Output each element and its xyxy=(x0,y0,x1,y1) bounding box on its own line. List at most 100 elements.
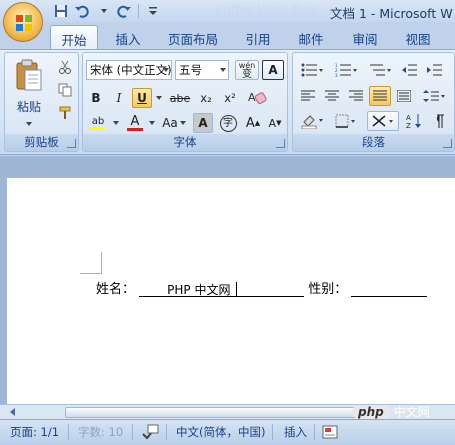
font-color-dropdown-icon[interactable] xyxy=(146,113,156,133)
cut-icon[interactable] xyxy=(55,57,75,77)
paste-button[interactable]: 粘贴 xyxy=(9,57,49,129)
office-logo-icon xyxy=(16,15,32,31)
font-color-bar xyxy=(127,128,143,131)
tab-view[interactable]: 视图 xyxy=(398,25,438,49)
font-color-glyph: A xyxy=(130,114,140,129)
scroll-thumb[interactable] xyxy=(65,407,385,418)
watermark: php 中文网 xyxy=(352,403,430,420)
copy-icon[interactable] xyxy=(55,80,75,100)
status-separator xyxy=(166,424,167,440)
status-separator xyxy=(132,424,133,440)
font-size-combo[interactable]: 五号 xyxy=(175,60,229,80)
sort-icon[interactable]: AZ xyxy=(403,111,425,131)
svg-text:A: A xyxy=(406,114,411,122)
redo-icon[interactable] xyxy=(115,3,133,20)
customize-qat-icon[interactable] xyxy=(144,3,162,20)
tab-page-layout[interactable]: 页面布局 xyxy=(160,25,226,49)
proofing-icon[interactable] xyxy=(142,424,160,440)
status-bar: 页面: 1/1 字数: 10 中文(简体，中国) 插入 xyxy=(0,419,455,445)
paste-dropdown-icon xyxy=(24,115,32,129)
grow-font-button[interactable]: A ▲ xyxy=(243,113,263,133)
align-center-icon[interactable] xyxy=(321,86,343,106)
name-label: 姓名： xyxy=(96,282,136,297)
font-name-combo[interactable]: 宋体 (中文正文) xyxy=(86,60,172,80)
numbering-icon[interactable]: 123 xyxy=(331,60,361,80)
enclose-glyph: 字 xyxy=(219,114,237,132)
subscript-button[interactable]: x₂ xyxy=(195,88,217,108)
phonetic-guide-button[interactable]: wén 变 xyxy=(235,60,259,80)
bold-button[interactable]: B xyxy=(86,88,106,108)
grow-font-glyph: A xyxy=(245,115,255,131)
change-case-glyph: Aa xyxy=(162,116,178,130)
enclose-characters-button[interactable]: 字 xyxy=(217,113,239,133)
status-word-count[interactable]: 字数: 10 xyxy=(78,424,123,440)
save-icon[interactable] xyxy=(52,3,70,20)
status-language[interactable]: 中文(简体，中国) xyxy=(176,424,265,440)
svg-text:Z: Z xyxy=(406,122,411,129)
strikethrough-button[interactable]: abe xyxy=(167,88,193,108)
format-painter-icon[interactable] xyxy=(55,103,75,123)
shading-icon[interactable] xyxy=(297,111,327,131)
document-text-line[interactable]: 姓名： PHP 中文网 性别： xyxy=(96,278,428,298)
underline-dropdown-icon[interactable] xyxy=(153,88,163,108)
align-left-icon[interactable] xyxy=(297,86,319,106)
italic-button[interactable]: I xyxy=(109,88,129,108)
justify-icon[interactable] xyxy=(369,86,391,106)
borders-icon[interactable] xyxy=(331,111,361,131)
scroll-left-icon[interactable] xyxy=(8,406,18,418)
status-separator xyxy=(272,424,273,440)
shrink-font-button[interactable]: A ▼ xyxy=(265,113,285,133)
paragraph-group-label: 段落 xyxy=(293,134,454,151)
office-button[interactable] xyxy=(3,2,43,42)
text-cursor xyxy=(236,282,238,297)
font-name-dropdown-icon xyxy=(163,68,169,72)
status-page[interactable]: 页面: 1/1 xyxy=(10,424,59,440)
undo-dropdown-icon[interactable] xyxy=(94,3,112,20)
highlight-dropdown-icon[interactable] xyxy=(110,113,120,133)
font-launcher-icon[interactable] xyxy=(276,139,285,148)
document-page[interactable]: 姓名： PHP 中文网 性别： xyxy=(7,178,455,408)
clipboard-group-title: 剪贴板 xyxy=(24,135,59,149)
tab-references[interactable]: 引用 xyxy=(238,25,278,49)
multilevel-list-icon[interactable] xyxy=(365,60,395,80)
tab-home[interactable]: 开始 xyxy=(50,25,98,49)
character-shading-button[interactable]: A xyxy=(193,113,213,133)
document-area: 姓名： PHP 中文网 性别： xyxy=(0,156,455,408)
margin-corner-mark xyxy=(80,252,102,274)
font-name-value: 宋体 (中文正文) xyxy=(90,63,172,77)
show-marks-icon[interactable] xyxy=(428,111,450,131)
highlight-button[interactable]: ab xyxy=(86,113,110,133)
font-color-button[interactable]: A xyxy=(124,113,146,133)
distributed-icon[interactable] xyxy=(393,86,415,106)
line-spacing-icon[interactable] xyxy=(419,86,449,106)
clipboard-group-label: 剪贴板 xyxy=(5,134,78,151)
svg-text:3: 3 xyxy=(335,73,338,77)
clipboard-group: 粘贴 剪贴板 xyxy=(4,52,79,152)
increase-indent-icon[interactable] xyxy=(424,60,446,80)
align-right-icon[interactable] xyxy=(345,86,367,106)
character-border-button[interactable]: A xyxy=(262,60,284,80)
tab-review[interactable]: 审阅 xyxy=(345,25,385,49)
bullets-icon[interactable] xyxy=(297,60,327,80)
font-group: 宋体 (中文正文) 五号 wén 变 A B I U abe x₂ x² A a… xyxy=(82,52,288,152)
decrease-indent-icon[interactable] xyxy=(399,60,421,80)
superscript-button[interactable]: x² xyxy=(219,88,241,108)
underline-button[interactable]: U xyxy=(132,88,152,108)
status-insert-mode[interactable]: 插入 xyxy=(284,424,307,440)
qat-separator xyxy=(138,4,139,18)
font-size-value: 五号 xyxy=(179,63,202,77)
change-case-button[interactable]: Aa xyxy=(160,113,188,133)
tab-mailings[interactable]: 邮件 xyxy=(291,25,331,49)
tab-insert[interactable]: 插入 xyxy=(106,25,150,49)
macro-record-icon[interactable] xyxy=(322,425,338,439)
undo-icon[interactable] xyxy=(73,3,91,20)
chinese-layout-icon[interactable] xyxy=(367,111,399,131)
gender-label: 性别： xyxy=(308,282,348,297)
quick-access-toolbar xyxy=(52,2,162,20)
name-field[interactable]: PHP 中文网 xyxy=(139,282,305,297)
status-separator xyxy=(314,424,315,440)
clipboard-launcher-icon[interactable] xyxy=(67,139,76,148)
gender-field[interactable] xyxy=(351,282,428,297)
clear-formatting-icon[interactable]: A xyxy=(245,86,269,108)
paragraph-launcher-icon[interactable] xyxy=(443,139,452,148)
